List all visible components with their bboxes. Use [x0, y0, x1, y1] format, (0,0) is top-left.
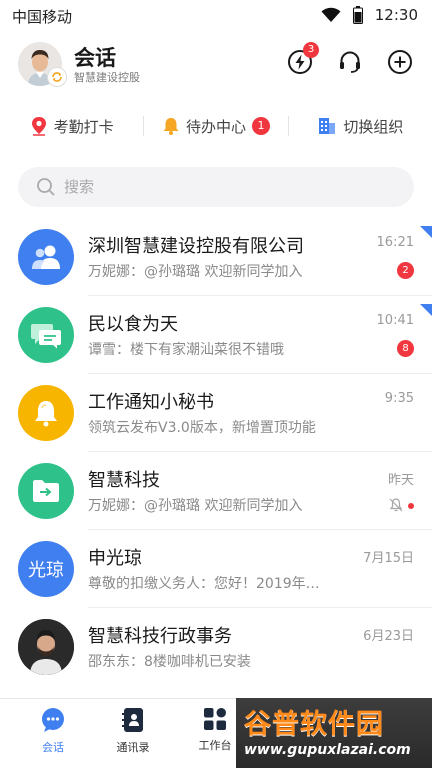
search-icon: [37, 178, 55, 196]
conversation-preview: 万妮娜：@孙璐璐 欢迎新同学加入: [88, 264, 303, 280]
building-icon: [319, 118, 336, 134]
battery-icon: [352, 6, 363, 24]
switch-account-icon: [48, 68, 66, 86]
watermark-title: 谷普软件园: [244, 709, 384, 740]
attendance-checkin-button[interactable]: 考勤打卡: [0, 116, 143, 137]
unread-badge: 8: [397, 340, 414, 357]
conversation-preview: 领筑云发布V3.0版本，新增置顶功能: [88, 420, 316, 436]
conversation-title: 工作通知小秘书: [88, 392, 214, 413]
apps-grid-icon: [204, 708, 226, 730]
conversation-item[interactable]: 智慧科技 万妮娜：@孙璐璐 欢迎新同学加入 昨天: [0, 452, 432, 530]
conversation-item[interactable]: 智慧科技行政事务 邵东东：8楼咖啡机已安装 6月23日: [0, 608, 432, 686]
todo-badge: 1: [252, 117, 270, 135]
pinned-indicator: [420, 226, 432, 238]
folder-share-icon: [18, 463, 74, 519]
tab-label: 会话: [42, 741, 64, 754]
unread-badge: 2: [397, 262, 414, 279]
search-input[interactable]: [62, 177, 386, 197]
conversation-item[interactable]: 民以食为天 谭雪：楼下有家潮汕菜很不错哦 10:41 8: [0, 296, 432, 374]
contacts-icon: [122, 708, 143, 732]
pinned-indicator: [420, 304, 432, 316]
switch-organization-button[interactable]: 切换组织: [289, 116, 432, 137]
attendance-label: 考勤打卡: [53, 117, 114, 136]
avatar-initials: 光琼: [28, 560, 64, 581]
todo-label: 待办中心: [185, 117, 246, 136]
carrier-name: 中国移动: [12, 8, 73, 26]
conversation-time: 昨天: [387, 473, 414, 488]
conversation-time: 6月23日: [363, 629, 414, 644]
notifications-button[interactable]: 3: [286, 42, 319, 76]
search-bar[interactable]: [18, 167, 414, 207]
chat-icon: [42, 708, 64, 732]
unread-dot: [408, 503, 414, 509]
conversation-title: 智慧科技行政事务: [88, 626, 232, 647]
person-photo-avatar: [18, 619, 74, 675]
conversation-title: 智慧科技: [88, 470, 160, 491]
tab-contacts[interactable]: 通讯录: [88, 707, 178, 755]
watermark-logo: 谷普软件园 www.gupuxlazai.com: [236, 698, 432, 768]
quick-actions-bar: 考勤打卡 待办中心 1 切换组织: [0, 108, 432, 144]
conversation-item[interactable]: 深圳智慧建设控股有限公司 万妮娜：@孙璐璐 欢迎新同学加入 16:21 2: [0, 218, 432, 296]
conversation-time: 7月15日: [363, 551, 414, 566]
conversation-title: 深圳智慧建设控股有限公司: [88, 236, 304, 257]
conversation-list: 深圳智慧建设控股有限公司 万妮娜：@孙璐璐 欢迎新同学加入 16:21 2 民以…: [0, 218, 432, 686]
tab-label: 工作台: [198, 739, 232, 752]
tab-label: 通讯录: [116, 741, 150, 754]
notification-badge: 3: [303, 42, 319, 58]
bell-icon: [163, 118, 179, 135]
conversation-title: 民以食为天: [88, 314, 178, 335]
customer-service-button[interactable]: [336, 48, 364, 76]
todo-center-button[interactable]: 待办中心 1: [144, 116, 287, 137]
plus-circle-icon: [388, 50, 412, 74]
organization-name: 智慧建设控股: [74, 71, 140, 84]
status-bar: 中国移动 12:30: [0, 0, 432, 32]
page-title: 会话: [74, 46, 116, 70]
conversation-time: 9:35: [384, 391, 414, 406]
app-header: 会话 智慧建设控股 3: [0, 38, 432, 90]
conversation-preview: 邵东东：8楼咖啡机已安装: [88, 654, 251, 670]
conversation-time: 16:21: [376, 235, 414, 250]
add-button[interactable]: [386, 48, 414, 76]
chat-bubbles-icon: [18, 307, 74, 363]
conversation-preview: 尊敬的扣缴义务人：您好！2019年…: [88, 576, 320, 592]
clock: 12:30: [374, 6, 418, 24]
conversation-item[interactable]: 工作通知小秘书 领筑云发布V3.0版本，新增置顶功能 9:35: [0, 374, 432, 452]
conversation-item[interactable]: 光琼 申光琼 尊敬的扣缴义务人：您好！2019年… 7月15日: [0, 530, 432, 608]
conversation-preview: 万妮娜：@孙璐璐 欢迎新同学加入: [88, 498, 303, 514]
headset-icon: [340, 51, 360, 73]
group-icon: [18, 229, 74, 285]
bell-icon: [18, 385, 74, 441]
watermark-url: www.gupuxlazai.com: [244, 742, 411, 758]
tab-conversations[interactable]: 会话: [8, 707, 98, 755]
switch-org-label: 切换组织: [343, 117, 404, 136]
wifi-icon: [321, 7, 341, 22]
conversation-preview: 谭雪：楼下有家潮汕菜很不错哦: [88, 342, 284, 358]
conversation-title: 申光琼: [88, 548, 142, 569]
muted-bell-icon: [389, 498, 403, 512]
status-icons: 12:30: [321, 6, 418, 24]
location-pin-icon: [31, 117, 46, 136]
contact-avatar: 光琼: [18, 541, 74, 597]
conversation-time: 10:41: [376, 313, 414, 328]
